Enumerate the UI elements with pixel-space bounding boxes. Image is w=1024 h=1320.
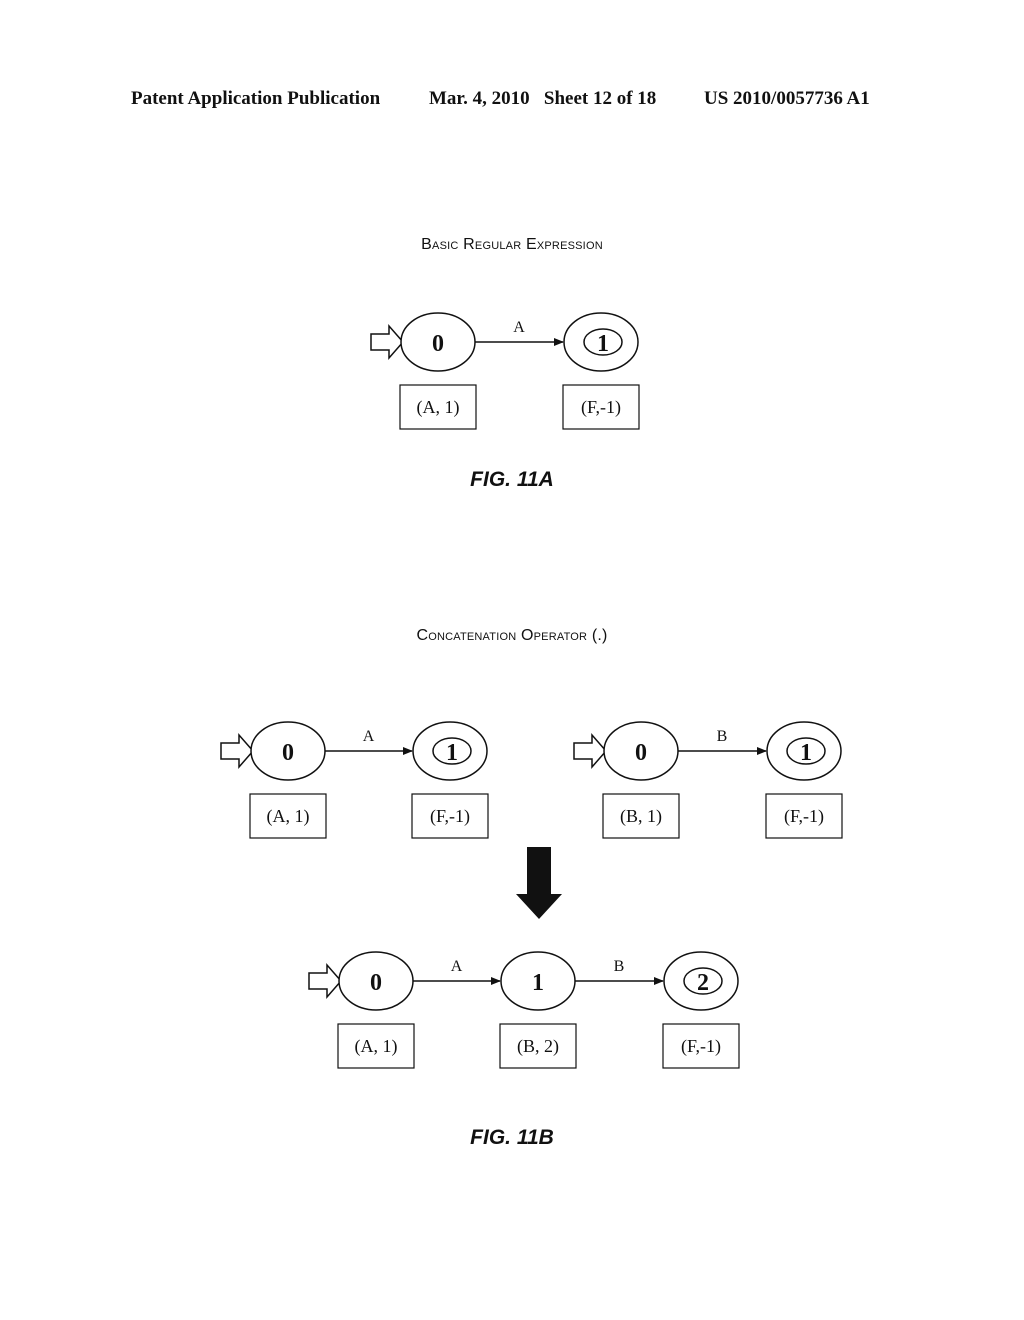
state-label: 1 bbox=[800, 740, 812, 766]
table-entry-label: (F,-1) bbox=[430, 806, 470, 827]
table-entry-label: (B, 2) bbox=[517, 1036, 559, 1057]
start-arrow-icon bbox=[220, 733, 254, 769]
start-arrow-icon bbox=[370, 324, 404, 360]
transition-symbol: A bbox=[513, 319, 525, 336]
table-entry-label: (F,-1) bbox=[681, 1036, 721, 1057]
table-entry-label: (A, 1) bbox=[267, 806, 310, 827]
state-label: 0 bbox=[282, 740, 294, 766]
transition-symbol: A bbox=[451, 958, 463, 975]
fig11b-result-machine: 0 (A, 1) 1 (B, 2) 2 (F,-1) A B bbox=[308, 951, 740, 1069]
table-entry-label: (B, 1) bbox=[620, 806, 662, 827]
state-label: 1 bbox=[597, 331, 609, 357]
transform-arrow-icon bbox=[516, 847, 562, 919]
state-label: 1 bbox=[532, 970, 544, 996]
state-label: 0 bbox=[370, 970, 382, 996]
fig11b-left-machine: 0 (A, 1) 1 (F,-1) A bbox=[220, 721, 489, 839]
transition-symbol: A bbox=[363, 728, 375, 745]
table-entry-label: (A, 1) bbox=[417, 397, 460, 418]
transition-symbol: B bbox=[614, 958, 625, 975]
state-label: 2 bbox=[697, 970, 709, 996]
state-label: 0 bbox=[432, 331, 444, 357]
table-entry-label: (F,-1) bbox=[581, 397, 621, 418]
state-label: 1 bbox=[446, 740, 458, 766]
diagram-canvas: 0 (A, 1) 1 (F,-1) A 0 (A, 1) 1 (F,-1) A 0 (B, 1) 1 (F… bbox=[220, 312, 843, 1069]
table-entry-label: (A, 1) bbox=[355, 1036, 398, 1057]
transition-symbol: B bbox=[717, 728, 728, 745]
start-arrow-icon bbox=[308, 963, 342, 999]
fig11b-right-machine: 0 (B, 1) 1 (F,-1) B bbox=[573, 721, 843, 839]
table-entry-label: (F,-1) bbox=[784, 806, 824, 827]
start-arrow-icon bbox=[573, 733, 607, 769]
fig11a-machine: 0 (A, 1) 1 (F,-1) A bbox=[370, 312, 640, 430]
state-label: 0 bbox=[635, 740, 647, 766]
